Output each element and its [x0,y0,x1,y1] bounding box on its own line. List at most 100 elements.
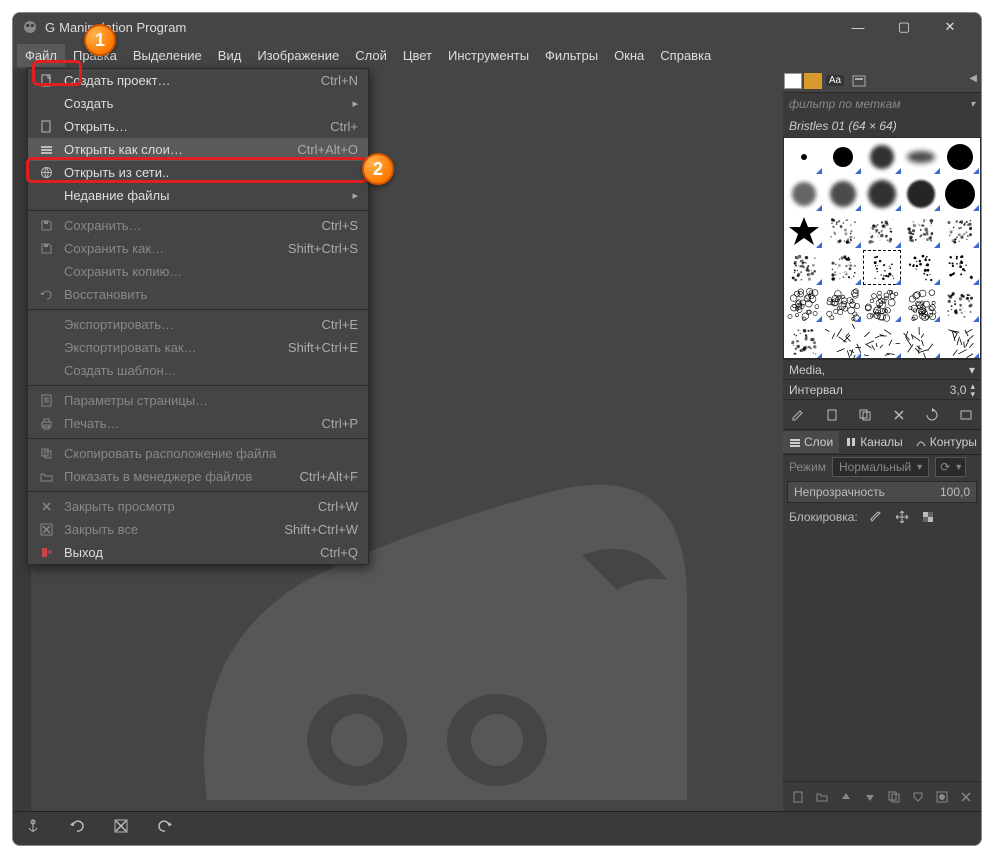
brush-cell[interactable] [902,175,941,212]
duplicate-layer-icon[interactable] [885,788,903,806]
brush-cell[interactable] [784,249,823,286]
menu-item[interactable]: Открыть…Ctrl+ [28,115,368,138]
menu-item: Печать…Ctrl+P [28,412,368,435]
new-doc-icon [38,74,54,87]
menu-view[interactable]: Вид [210,44,250,67]
chevron-down-icon[interactable]: ▾ [970,99,975,110]
new-layer-icon[interactable] [789,788,807,806]
tab-layers[interactable]: Слои [783,431,839,453]
brush-cell[interactable] [941,286,980,323]
new-brush-icon[interactable] [823,406,841,424]
menubar: Файл Правка Выделение Вид Изображение Сл… [13,41,981,69]
chevron-down-icon[interactable]: ▾ [969,363,975,377]
brush-cell[interactable] [784,175,823,212]
refresh-brush-icon[interactable] [923,406,941,424]
brush-cell[interactable] [862,212,901,249]
brush-cell[interactable] [862,249,901,286]
new-group-icon[interactable] [813,788,831,806]
brush-cell[interactable] [902,249,941,286]
layer-list[interactable] [783,529,981,781]
sb-anchor-icon[interactable] [25,818,41,839]
brush-cell[interactable] [823,286,862,323]
menu-color[interactable]: Цвет [395,44,440,67]
close-button[interactable]: ✕ [927,13,973,41]
brush-cell[interactable] [902,138,941,175]
delete-brush-icon[interactable] [890,406,908,424]
brush-cell[interactable] [941,212,980,249]
spinner-icon[interactable]: ▴▾ [970,382,975,398]
app-window: G Manipulation Program — ▢ ✕ Файл Правка… [13,13,981,845]
delete-layer-icon[interactable] [957,788,975,806]
brush-cell[interactable] [862,138,901,175]
menu-item[interactable]: ВыходCtrl+Q [28,541,368,564]
menu-item[interactable]: Недавние файлы▸ [28,184,368,207]
lower-layer-icon[interactable] [861,788,879,806]
brush-tag-row[interactable]: Media, ▾ [783,359,981,379]
brush-cell[interactable] [941,175,980,212]
lock-pixels-icon[interactable] [868,509,884,525]
brush-cell[interactable] [784,138,823,175]
menu-item[interactable]: Создать проект…Ctrl+N [28,69,368,92]
tab-channels[interactable]: Каналы [839,431,909,453]
sb-delete-icon[interactable] [113,818,129,839]
dock-config-icon[interactable]: ◀ [969,73,977,84]
menu-item[interactable]: Создать▸ [28,92,368,115]
maximize-button[interactable]: ▢ [881,13,927,41]
brush-cell[interactable] [823,175,862,212]
menu-accelerator: Shift+Ctrl+W [284,522,358,537]
brush-cell[interactable] [862,175,901,212]
menu-layer[interactable]: Слой [347,44,395,67]
brush-cell[interactable] [784,323,823,359]
tab-fonts[interactable]: Aa [824,71,846,91]
save-icon [38,219,54,232]
brush-cell[interactable] [902,286,941,323]
opacity-label: Непрозрачность [794,485,885,499]
brush-cell[interactable] [902,212,941,249]
tab-brushes[interactable] [784,73,802,89]
open-as-image-icon[interactable] [957,406,975,424]
brush-cell[interactable] [823,249,862,286]
edit-brush-icon[interactable] [789,406,807,424]
menu-item[interactable]: Открыть как слои…Ctrl+Alt+O [28,138,368,161]
mask-layer-icon[interactable] [933,788,951,806]
sb-redo-icon[interactable] [157,818,173,839]
brush-cell[interactable] [823,323,862,359]
tab-paths[interactable]: Контуры [909,431,982,453]
opacity-slider[interactable]: Непрозрачность 100,0 [787,481,977,503]
brush-cell[interactable] [862,323,901,359]
lock-alpha-icon[interactable] [920,509,936,525]
duplicate-brush-icon[interactable] [856,406,874,424]
menu-help[interactable]: Справка [652,44,719,67]
mode-switch[interactable]: ⟳▾ [935,457,966,477]
brush-cell[interactable] [902,323,941,359]
merge-layer-icon[interactable] [909,788,927,806]
brush-grid[interactable] [783,137,981,359]
sb-undo-icon[interactable] [69,818,85,839]
minimize-button[interactable]: — [835,13,881,41]
raise-layer-icon[interactable] [837,788,855,806]
menu-select[interactable]: Выделение [125,44,210,67]
menu-filters[interactable]: Фильтры [537,44,606,67]
titlebar: G Manipulation Program — ▢ ✕ [13,13,981,41]
mode-dropdown[interactable]: Нормальный▾ [832,457,929,477]
close-icon [38,500,54,513]
brush-cell[interactable] [941,138,980,175]
menu-item-label: Создать шаблон… [64,363,358,378]
tab-history[interactable] [848,71,870,91]
brush-cell[interactable] [823,138,862,175]
menu-item[interactable]: Открыть из сети.. [28,161,368,184]
brush-cell[interactable] [941,323,980,359]
menu-image[interactable]: Изображение [249,44,347,67]
lock-position-icon[interactable] [894,509,910,525]
tab-patterns[interactable] [804,73,822,89]
brush-cell[interactable] [784,212,823,249]
brush-spacing-row[interactable]: Интервал 3,0▴▾ [783,379,981,399]
brush-cell[interactable] [862,286,901,323]
brush-cell[interactable] [784,286,823,323]
brush-cell[interactable] [823,212,862,249]
menu-windows[interactable]: Окна [606,44,652,67]
brush-filter[interactable]: фильтр по меткам ▾ [783,93,981,115]
brush-cell[interactable] [941,249,980,286]
menu-file[interactable]: Файл [17,44,65,67]
menu-tools[interactable]: Инструменты [440,44,537,67]
